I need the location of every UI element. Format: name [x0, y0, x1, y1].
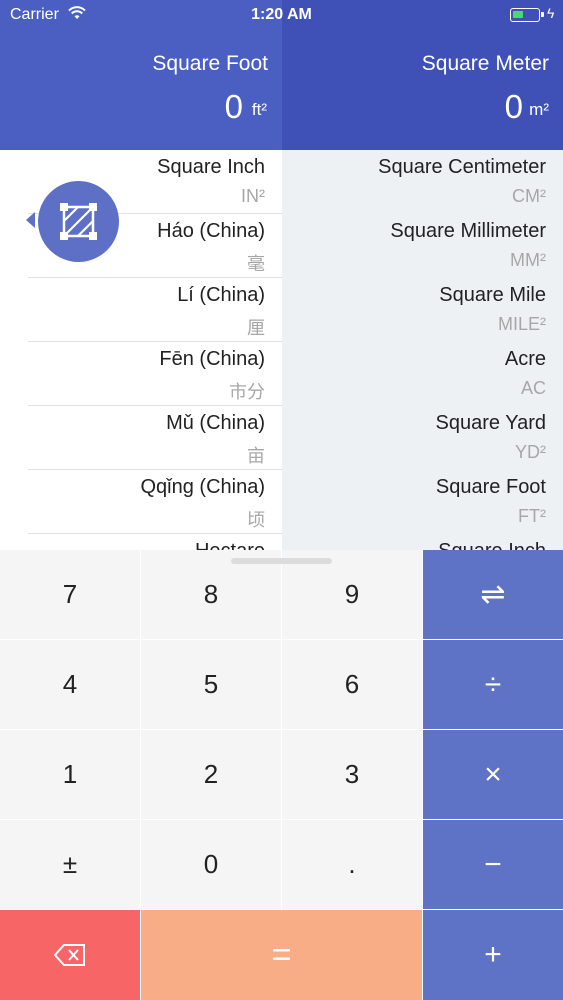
- unit-name: Qqǐng (China): [140, 476, 265, 498]
- list-item[interactable]: Square Inch: [282, 534, 563, 550]
- source-unit-title[interactable]: Square Foot: [152, 52, 268, 76]
- plus-minus-button[interactable]: ±: [0, 820, 140, 909]
- key-7[interactable]: 7: [0, 550, 140, 639]
- clock: 1:20 AM: [251, 6, 312, 23]
- backspace-icon: [54, 944, 85, 966]
- key-3[interactable]: 3: [282, 730, 422, 819]
- unit-abbr: 市分: [229, 382, 265, 402]
- unit-name: Square Inch: [157, 156, 265, 178]
- unit-abbr: CM²: [512, 186, 546, 206]
- minus-button[interactable]: −: [423, 820, 563, 909]
- unit-abbr: 毫: [247, 254, 265, 274]
- unit-abbr: 亩: [247, 446, 265, 466]
- unit-abbr: IN²: [241, 186, 265, 206]
- list-item[interactable]: Square Yard YD²: [282, 406, 563, 470]
- target-value: 0: [504, 88, 523, 125]
- badge-pointer: [26, 212, 35, 228]
- unit-name: Square Yard: [435, 412, 546, 434]
- list-item[interactable]: Square Millimeter MM²: [282, 214, 563, 278]
- key-4[interactable]: 4: [0, 640, 140, 729]
- swap-units-button[interactable]: ⇌: [423, 550, 563, 639]
- backspace-button[interactable]: [0, 910, 140, 1000]
- list-item[interactable]: Mǔ (China) 亩: [0, 406, 282, 470]
- plus-button[interactable]: +: [423, 910, 563, 1000]
- unit-name: Square Inch: [438, 540, 546, 550]
- list-item[interactable]: Acre AC: [282, 342, 563, 406]
- target-unit-list[interactable]: Square Centimeter CM² Square Millimeter …: [282, 150, 563, 550]
- area-icon: [60, 203, 97, 240]
- list-item[interactable]: Square Foot FT²: [282, 470, 563, 534]
- key-0[interactable]: 0: [141, 820, 281, 909]
- key-5[interactable]: 5: [141, 640, 281, 729]
- unit-abbr: 顷: [247, 510, 265, 530]
- unit-name: Mǔ (China): [166, 412, 265, 434]
- category-button[interactable]: [38, 181, 119, 262]
- multiply-button[interactable]: ×: [423, 730, 563, 819]
- list-item[interactable]: Square Centimeter CM²: [282, 150, 563, 214]
- unit-abbr: YD²: [515, 442, 546, 462]
- unit-name: Square Mile: [439, 284, 546, 306]
- unit-name: Lí (China): [177, 284, 265, 306]
- unit-abbr: MILE²: [497, 314, 546, 334]
- unit-name: Square Centimeter: [378, 156, 546, 178]
- list-item[interactable]: Square Mile MILE²: [282, 278, 563, 342]
- unit-name: Acre: [504, 348, 546, 370]
- decimal-button[interactable]: .: [282, 820, 422, 909]
- unit-abbr: 厘: [247, 318, 265, 338]
- unit-abbr: AC: [520, 378, 546, 398]
- target-unit-title[interactable]: Square Meter: [422, 52, 549, 76]
- unit-abbr: FT²: [518, 506, 546, 526]
- keypad: 7 8 9 ⇌ 4 5 6 ÷ 1 2 3 × ± 0 . − = +: [0, 550, 563, 1000]
- list-item[interactable]: Fēn (China) 市分: [0, 342, 282, 406]
- drag-handle[interactable]: [231, 558, 332, 564]
- key-1[interactable]: 1: [0, 730, 140, 819]
- target-unit-symbol: m²: [529, 100, 549, 119]
- key-2[interactable]: 2: [141, 730, 281, 819]
- source-unit-symbol: ft²: [251, 100, 267, 119]
- status-bar: Carrier 1:20 AM ϟ: [0, 0, 563, 30]
- unit-name: Hectare: [195, 540, 265, 550]
- list-item[interactable]: Hectare: [0, 534, 282, 550]
- charging-icon: ϟ: [547, 5, 555, 21]
- battery-icon: [510, 8, 544, 22]
- unit-name: Fēn (China): [159, 348, 265, 370]
- key-6[interactable]: 6: [282, 640, 422, 729]
- unit-abbr: MM²: [510, 250, 546, 270]
- source-value: 0: [224, 88, 243, 125]
- unit-name: Háo (China): [157, 220, 265, 242]
- divide-button[interactable]: ÷: [423, 640, 563, 729]
- equals-button[interactable]: =: [141, 910, 422, 1000]
- unit-name: Square Millimeter: [390, 220, 546, 242]
- list-item[interactable]: Qqǐng (China) 顷: [0, 470, 282, 534]
- unit-name: Square Foot: [435, 476, 546, 498]
- list-item[interactable]: Lí (China) 厘: [0, 278, 282, 342]
